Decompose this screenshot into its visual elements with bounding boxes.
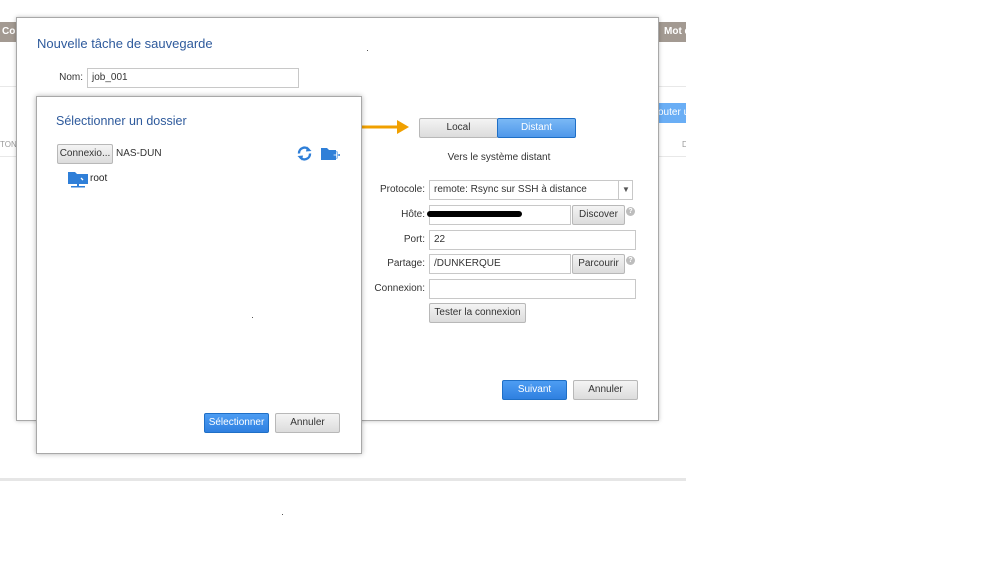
background-tab-right: Mot d: [658, 22, 686, 42]
speck: [282, 514, 283, 515]
background-divider: [657, 86, 686, 87]
discover-button[interactable]: Discover: [572, 205, 625, 225]
folder-cancel-button[interactable]: Annuler: [275, 413, 340, 433]
protocol-select-value: remote: Rsync sur SSH à distance: [434, 184, 587, 195]
speck: [252, 317, 253, 318]
cancel-button[interactable]: Annuler: [573, 380, 638, 400]
share-input[interactable]: /DUNKERQUE: [429, 254, 571, 274]
chevron-down-icon[interactable]: ▼: [618, 181, 633, 199]
next-button[interactable]: Suivant: [502, 380, 567, 400]
background-divider: [657, 156, 686, 157]
name-input[interactable]: job_001: [87, 68, 299, 88]
port-input[interactable]: 22: [429, 230, 636, 250]
folder-dialog-title: Sélectionner un dossier: [56, 114, 187, 128]
tree-item-root[interactable]: root: [90, 173, 107, 184]
new-folder-icon[interactable]: [321, 146, 340, 161]
browse-button[interactable]: Parcourir: [572, 254, 625, 274]
toggle-local[interactable]: Local: [419, 118, 498, 138]
speck: [367, 50, 368, 51]
background-column-right: D: [682, 140, 686, 149]
background-add-button[interactable]: outer un: [657, 103, 686, 123]
server-name: NAS-DUN: [116, 148, 162, 159]
protocol-select[interactable]: remote: Rsync sur SSH à distance: [429, 180, 633, 200]
refresh-icon[interactable]: [296, 145, 313, 162]
arrow-right-icon: [359, 120, 409, 134]
redaction-bar: [427, 211, 522, 217]
test-connection-button[interactable]: Tester la connexion: [429, 303, 526, 323]
help-icon[interactable]: ?: [626, 256, 635, 265]
connection-button[interactable]: Connexio...: [57, 144, 113, 164]
select-button[interactable]: Sélectionner: [204, 413, 269, 433]
toggle-remote[interactable]: Distant: [497, 118, 576, 138]
dialog-title: Nouvelle tâche de sauvegarde: [37, 36, 213, 51]
name-label: Nom:: [59, 72, 83, 83]
connection-input[interactable]: [429, 279, 636, 299]
help-icon[interactable]: ?: [626, 207, 635, 216]
select-folder-dialog: Sélectionner un dossier Connexio... NAS-…: [36, 96, 362, 454]
shared-folder-icon: [68, 172, 88, 188]
destination-subtitle: Vers le système distant: [447, 152, 551, 163]
background-column-left: TON D: [0, 140, 17, 149]
